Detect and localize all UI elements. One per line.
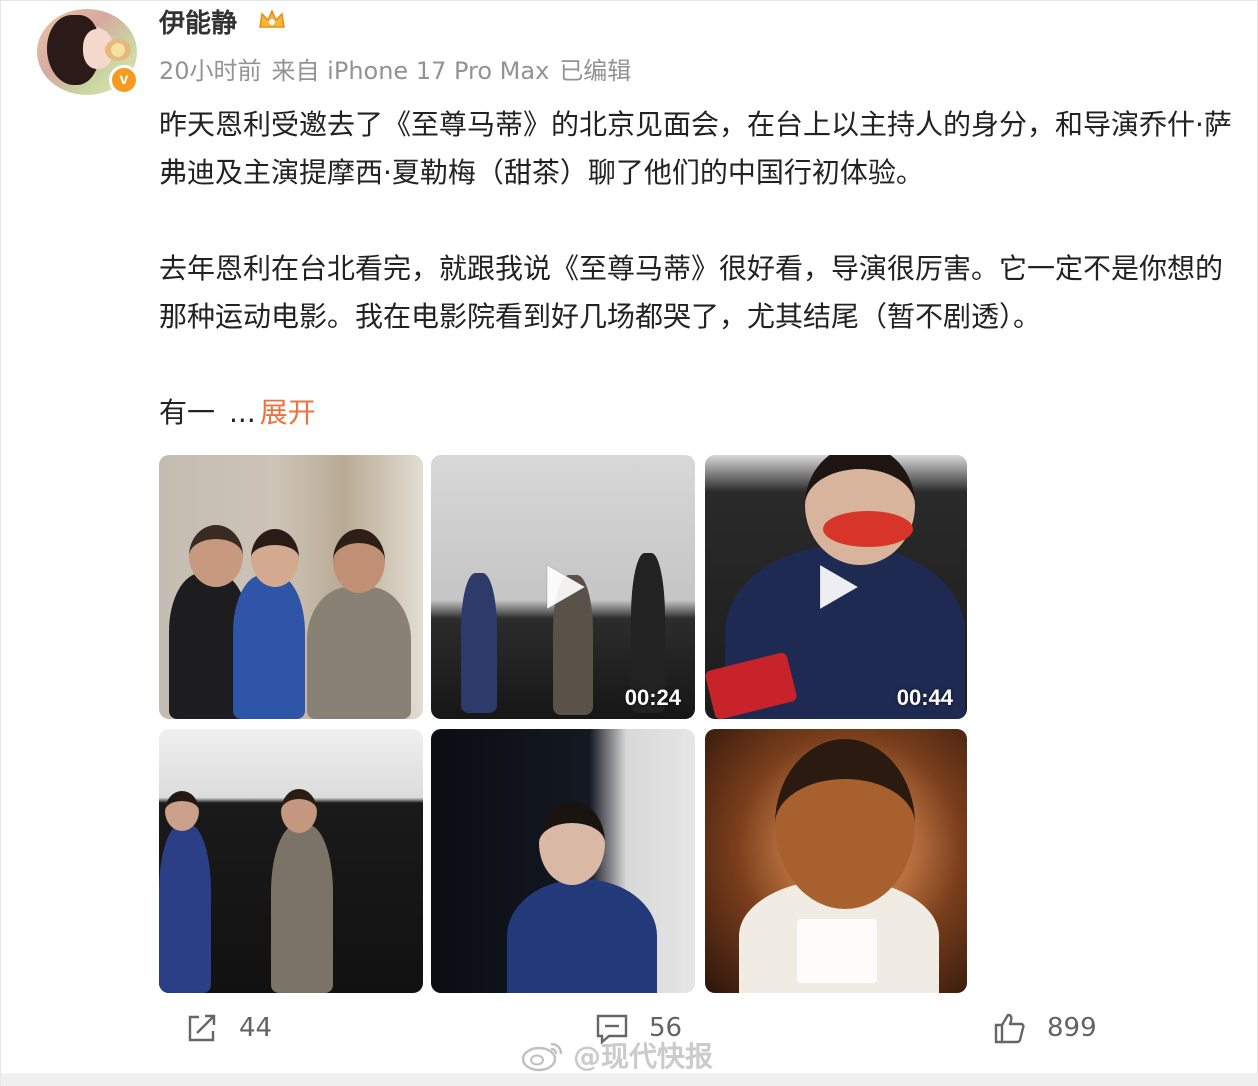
media-tile-photo[interactable]	[705, 729, 967, 993]
weibo-post: v 伊能静 20小时前 来自 iPhone 17 Pro Max 已编辑 昨天恩利受…	[0, 0, 1258, 1086]
media-tile-video[interactable]: 00:44	[705, 455, 967, 719]
author-name[interactable]: 伊能静	[159, 3, 237, 40]
media-tile-photo[interactable]	[159, 455, 423, 719]
person-figure	[159, 825, 211, 993]
repost-icon	[188, 1014, 216, 1042]
thumbs-up-icon	[994, 1013, 1025, 1044]
poster-title-logo	[797, 919, 877, 983]
person-head	[165, 791, 199, 831]
media-tile-photo[interactable]	[159, 729, 423, 993]
person-head	[251, 529, 299, 587]
post-source: 来自 iPhone 17 Pro Max	[271, 57, 550, 85]
video-duration: 00:24	[624, 685, 681, 710]
post-paragraph-2: 去年恩利在台北看完，就跟我说《至尊马蒂》很好看，导演很厉害。它一定不是你想的那种…	[159, 252, 1224, 333]
weibo-logo-icon	[521, 1042, 563, 1072]
post-timestamp[interactable]: 20小时前	[159, 57, 262, 85]
video-duration: 00:44	[896, 685, 953, 710]
bottom-divider	[1, 1073, 1258, 1086]
media-tile-video[interactable]: 00:24	[431, 455, 695, 719]
person-figure	[233, 575, 305, 719]
person-figure	[461, 573, 497, 713]
media-tile-photo[interactable]	[431, 729, 695, 993]
red-fan-prop	[823, 511, 913, 547]
play-icon[interactable]	[810, 561, 862, 613]
post-meta: 20小时前 来自 iPhone 17 Pro Max 已编辑	[159, 51, 641, 86]
repost-button[interactable]: 44	[185, 1011, 272, 1045]
post-paragraph-1: 昨天恩利受邀去了《至尊马蒂》的北京见面会，在台上以主持人的身分，和导演乔什·萨弗…	[159, 108, 1232, 189]
verified-badge-icon: v	[109, 65, 139, 95]
expand-link[interactable]: 展开	[260, 396, 316, 429]
person-head	[805, 455, 915, 565]
person-head	[189, 525, 243, 587]
like-count: 899	[1047, 1013, 1097, 1043]
person-figure	[307, 587, 411, 719]
like-button[interactable]: 899	[993, 1011, 1097, 1045]
truncated-text: 有一	[159, 396, 216, 429]
repost-count: 44	[239, 1013, 273, 1043]
crown-icon[interactable]	[257, 7, 287, 31]
person-head	[333, 529, 385, 593]
person-head	[775, 739, 915, 909]
person-head	[281, 789, 317, 833]
post-paragraph-3: 有一... 展开	[159, 389, 1244, 437]
watermark: @现代快报	[521, 1035, 713, 1075]
person-figure	[507, 879, 657, 993]
watermark-text: @现代快报	[573, 1040, 714, 1073]
ellipsis: ...	[229, 396, 256, 429]
play-icon[interactable]	[537, 561, 589, 613]
person-head	[539, 801, 605, 885]
avatar-flower	[105, 39, 131, 61]
person-figure	[271, 825, 333, 993]
edited-label[interactable]: 已编辑	[559, 57, 631, 85]
